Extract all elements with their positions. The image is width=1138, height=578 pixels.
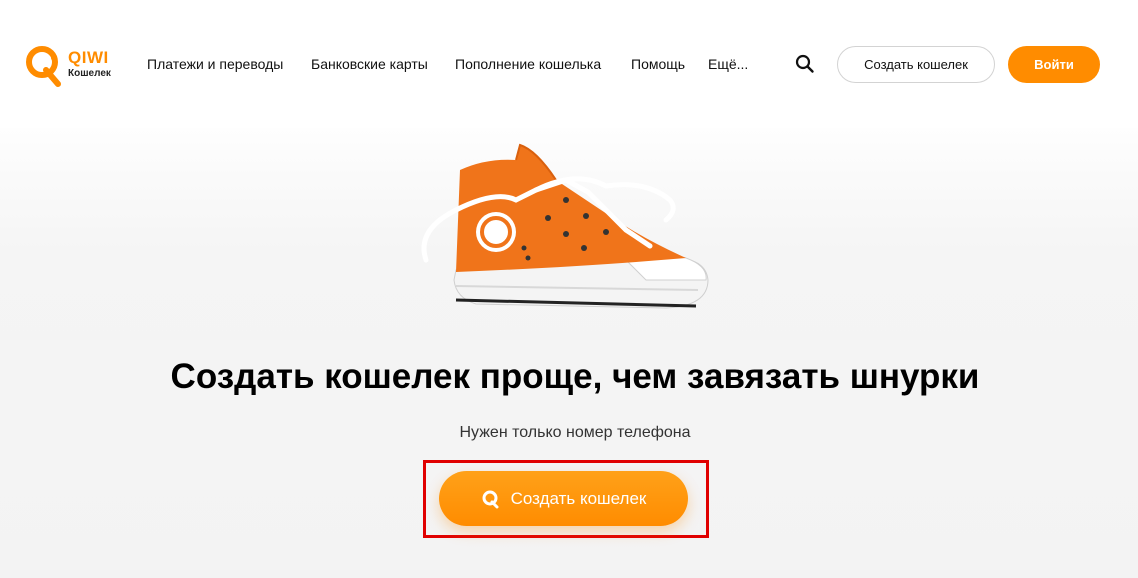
nav-item-bank-cards[interactable]: Банковские карты xyxy=(311,56,428,72)
nav-item-more[interactable]: Ещё... xyxy=(708,56,748,72)
create-wallet-cta-button[interactable]: Создать кошелек xyxy=(439,471,688,526)
search-button[interactable] xyxy=(795,54,815,74)
logo-subtitle: Кошелек xyxy=(68,68,111,79)
login-button[interactable]: Войти xyxy=(1008,46,1100,83)
qiwi-logo-icon xyxy=(482,490,499,508)
nav-item-help[interactable]: Помощь xyxy=(631,56,685,72)
nav-item-payments[interactable]: Платежи и переводы xyxy=(147,56,283,72)
nav-item-wallet-topup[interactable]: Пополнение кошелька xyxy=(455,56,601,72)
logo-wordmark: QIWI xyxy=(68,48,109,67)
hero-sneaker-image xyxy=(416,140,716,325)
cta-label: Создать кошелек xyxy=(510,488,647,508)
create-wallet-header-button[interactable]: Создать кошелек xyxy=(837,46,995,83)
qiwi-logo[interactable]: QIWI Кошелек xyxy=(24,44,120,88)
search-icon xyxy=(795,54,814,73)
hero-subtitle: Нужен только номер телефона xyxy=(459,424,691,441)
site-header: QIWI Кошелек Платежи и переводы Банковск… xyxy=(0,0,1138,128)
qiwi-logo-icon xyxy=(26,46,61,87)
hero-title: Создать кошелек проще, чем завязать шнур… xyxy=(170,357,980,396)
